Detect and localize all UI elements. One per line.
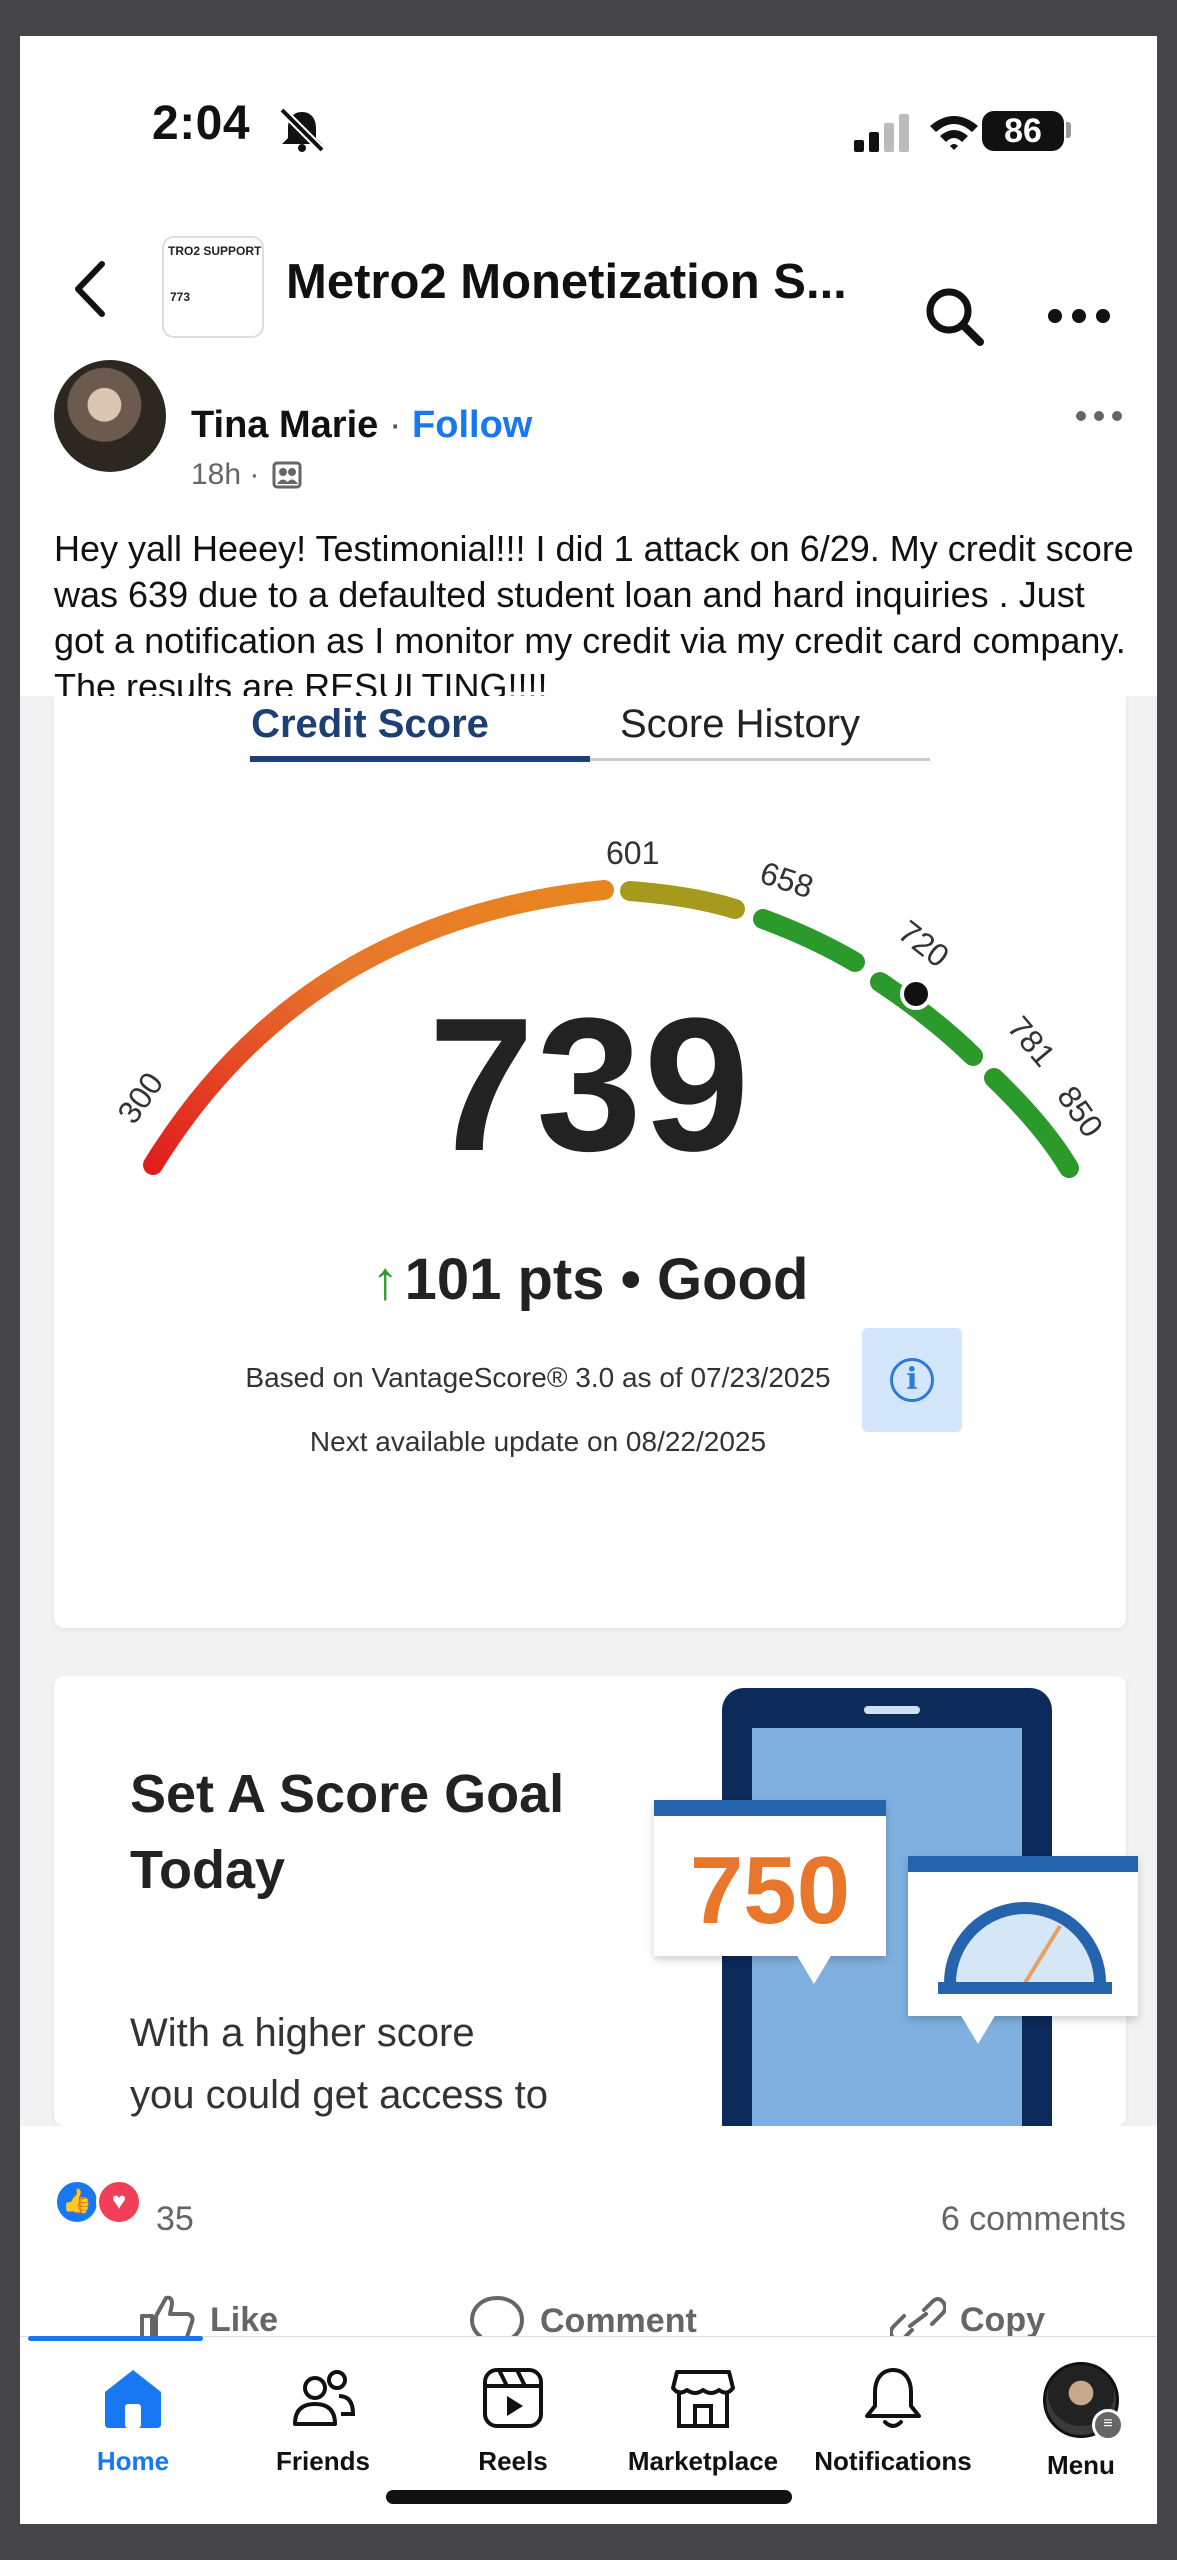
credit-score-value: 739 <box>428 979 752 1191</box>
back-arrow-icon[interactable] <box>70 258 110 320</box>
nav-menu[interactable]: ≡ Menu <box>986 2362 1157 2481</box>
score-basis-text: Based on VantageScore® 3.0 as of 07/23/2… <box>245 1362 831 1393</box>
goal-bubble-tail <box>796 1954 832 1984</box>
up-arrow-icon: ↑ <box>371 1251 399 1311</box>
bell-icon <box>865 2368 921 2428</box>
nav-marketplace[interactable]: Marketplace <box>608 2362 798 2477</box>
author-name[interactable]: Tina Marie <box>191 404 378 446</box>
group-thumbnail[interactable]: TRO2 SUPPORT GROU 773 <box>162 236 264 338</box>
status-time: 2:04 <box>152 97 251 150</box>
tab-score-history: Score History <box>619 702 861 746</box>
audience-group-icon <box>272 461 302 489</box>
nav-home-label: Home <box>96 2446 170 2476</box>
nav-friends-label: Friends <box>276 2446 370 2476</box>
more-options-icon[interactable] <box>1046 306 1112 326</box>
reels-icon <box>483 2368 543 2428</box>
nav-friends[interactable]: Friends <box>228 2362 418 2477</box>
gauge-label-720: 720 <box>892 913 956 974</box>
post-timestamp: 18h · <box>191 458 302 492</box>
love-reaction-icon: ♥ <box>96 2179 142 2225</box>
goal-score-value: 750 <box>689 1837 851 1944</box>
phone-illustration-speaker <box>864 1706 920 1714</box>
marketplace-icon <box>671 2370 735 2428</box>
nav-menu-label: Menu <box>1047 2450 1115 2480</box>
menu-lines-icon: ≡ <box>1092 2409 1124 2441</box>
next-update-text: Next available update on 08/22/2025 <box>309 1426 767 1457</box>
gauge-bubble-tail <box>960 2014 996 2044</box>
comments-count[interactable]: 6 comments <box>860 2200 1126 2239</box>
signal-icon <box>854 114 909 152</box>
author-avatar[interactable] <box>54 360 166 472</box>
score-goal-title: Set A Score Goal Today <box>130 1764 565 1900</box>
score-change: ↑ 101 pts • Good <box>54 1246 1126 1313</box>
like-label: Like <box>210 2300 279 2339</box>
gauge-segment-fair <box>620 881 745 919</box>
author-separator: · <box>378 404 413 446</box>
home-active-indicator <box>28 2336 203 2341</box>
author-line: Tina Marie · Follow <box>191 404 532 447</box>
silent-bell-icon <box>279 107 325 153</box>
search-icon[interactable] <box>922 284 988 350</box>
nav-reels[interactable]: Reels <box>418 2362 608 2477</box>
gauge-segment-good <box>753 909 865 972</box>
wifi-icon <box>930 116 978 150</box>
home-icon <box>105 2370 161 2428</box>
profile-avatar: ≡ <box>1043 2362 1124 2441</box>
copy-label: Copy <box>960 2300 1045 2339</box>
battery-tip <box>1066 122 1071 138</box>
gauge-label-601: 601 <box>606 835 659 871</box>
tab-credit-score: Credit Score <box>251 702 489 746</box>
post-text: Hey yall Heeey! Testimonial!!! I did 1 a… <box>54 528 1134 707</box>
comment-label: Comment <box>540 2301 697 2340</box>
follow-button[interactable]: Follow <box>412 404 532 446</box>
nav-notifications[interactable]: Notifications <box>798 2362 988 2477</box>
friends-icon <box>293 2370 356 2426</box>
nav-notifications-label: Notifications <box>814 2446 972 2476</box>
gauge-label-658: 658 <box>756 854 818 905</box>
like-reaction-icon: 👍 <box>54 2179 100 2225</box>
app-screen: 2:04 86 TRO2 SUPPORT GROU 773 Metro2 Mon… <box>20 36 1157 2524</box>
mini-gauge-icon <box>938 1902 1112 1994</box>
info-icon: i <box>890 1358 934 1402</box>
tab-active-indicator <box>250 756 590 762</box>
home-indicator-bar <box>386 2490 792 2504</box>
nav-home[interactable]: Home <box>38 2362 228 2477</box>
post-time-text: 18h · <box>191 458 260 491</box>
battery-level: 86 <box>982 111 1064 151</box>
nav-marketplace-label: Marketplace <box>627 2446 779 2476</box>
score-change-text: 101 pts • Good <box>404 1247 809 1312</box>
reaction-count[interactable]: 35 <box>156 2200 194 2239</box>
group-thumbnail-title: TRO2 SUPPORT GROU <box>168 244 262 258</box>
group-title[interactable]: Metro2 Monetization S... <box>286 254 847 310</box>
nav-reels-label: Reels <box>478 2446 548 2476</box>
group-thumbnail-score: 773 <box>170 290 191 304</box>
post-options-icon[interactable] <box>1074 408 1124 424</box>
